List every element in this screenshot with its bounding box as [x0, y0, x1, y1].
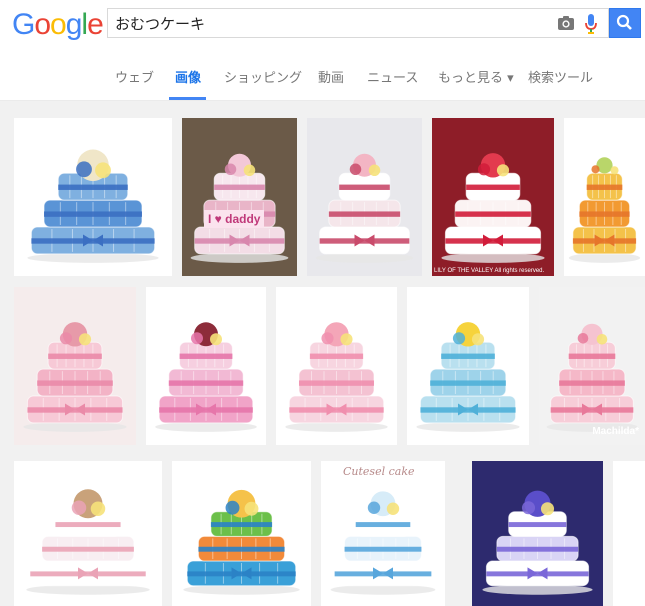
- diaper-cake-photo: [321, 461, 445, 606]
- image-result-thumbnail[interactable]: [307, 118, 422, 276]
- image-results-grid: I ♥ daddy LILY OF THE VALLEY All rights r…: [0, 100, 645, 606]
- image-caption: LILY OF THE VALLEY All rights reserved.: [434, 268, 545, 274]
- diaper-cake-photo: [472, 461, 603, 606]
- tab-search-tools[interactable]: 検索ツール: [528, 67, 593, 86]
- search-tabs: ウェブ 画像 ショッピング 動画 ニュース もっと見る ▾ 検索ツール: [0, 60, 645, 100]
- image-result-thumbnail[interactable]: [146, 287, 266, 445]
- google-logo[interactable]: Google: [12, 8, 104, 41]
- image-caption: Cutesel cake: [343, 465, 415, 478]
- diaper-cake-photo: [432, 118, 554, 276]
- search-box[interactable]: [107, 8, 609, 38]
- diaper-cake-photo: [172, 461, 311, 606]
- image-result-thumbnail[interactable]: [276, 287, 397, 445]
- diaper-cake-photo: [14, 461, 162, 606]
- image-result-thumbnail[interactable]: LILY OF THE VALLEY All rights reserved.: [432, 118, 554, 276]
- image-result-thumbnail[interactable]: [564, 118, 645, 276]
- diaper-cake-photo: [564, 118, 645, 276]
- diaper-cake-photo: [14, 118, 172, 276]
- search-button[interactable]: [609, 8, 641, 38]
- logo-letter: e: [87, 8, 104, 41]
- logo-letter: o: [34, 8, 51, 41]
- magnifier-icon: [616, 14, 632, 30]
- image-result-thumbnail[interactable]: [172, 461, 311, 606]
- diaper-cake-photo: [146, 287, 266, 445]
- search-input[interactable]: [115, 13, 545, 33]
- logo-letter: o: [50, 8, 67, 41]
- image-result-thumbnail[interactable]: Cutesel cake: [321, 461, 445, 606]
- image-result-thumbnail[interactable]: [14, 287, 136, 445]
- image-result-thumbnail[interactable]: I ♥ daddy: [182, 118, 297, 276]
- image-caption: Machilda*: [592, 426, 639, 437]
- tab-news[interactable]: ニュース: [367, 67, 418, 86]
- image-caption: I ♥ daddy: [204, 210, 265, 228]
- logo-letter: g: [65, 8, 83, 41]
- diaper-cake-photo: [14, 287, 136, 445]
- diaper-cake-photo: [407, 287, 529, 445]
- camera-icon[interactable]: [557, 15, 575, 31]
- diaper-cake-photo: [539, 287, 645, 445]
- image-result-thumbnail[interactable]: [14, 118, 172, 276]
- logo-letter: G: [12, 8, 35, 41]
- tab-videos[interactable]: 動画: [318, 67, 344, 86]
- tab-web[interactable]: ウェブ: [115, 67, 154, 86]
- microphone-icon[interactable]: [584, 13, 598, 35]
- search-header: Google ウェブ 画像 ショッピング 動画 ニュース もっと見る ▾ 検索ツ…: [0, 0, 645, 101]
- diaper-cake-photo: [276, 287, 397, 445]
- image-result-thumbnail[interactable]: [14, 461, 162, 606]
- image-result-thumbnail[interactable]: [472, 461, 603, 606]
- image-result-thumbnail[interactable]: [407, 287, 529, 445]
- diaper-cake-photo: [307, 118, 422, 276]
- tab-more[interactable]: もっと見る ▾: [438, 67, 514, 86]
- diaper-cake-photo: [613, 461, 645, 606]
- image-result-thumbnail[interactable]: [613, 461, 645, 606]
- image-result-thumbnail[interactable]: Machilda*: [539, 287, 645, 445]
- tab-images[interactable]: 画像: [175, 67, 201, 86]
- tab-shopping[interactable]: ショッピング: [224, 67, 302, 86]
- diaper-cake-photo: [182, 118, 297, 276]
